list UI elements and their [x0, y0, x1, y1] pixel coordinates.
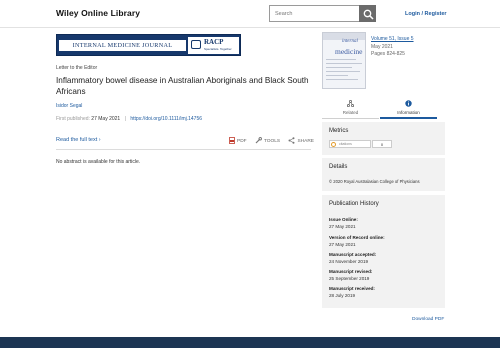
cover-text-line	[326, 59, 356, 60]
cover-text-line	[326, 67, 352, 68]
metric-badge-label: citations	[339, 142, 352, 146]
info-icon	[405, 100, 412, 107]
history-item-date: 27 May 2021	[329, 241, 356, 247]
article-category: Letter to the Editor	[56, 65, 98, 71]
wrench-icon	[255, 137, 262, 144]
metric-badge[interactable]: citations	[329, 140, 371, 148]
racp-mark-icon	[191, 40, 201, 49]
login-register-link[interactable]: Login / Register	[405, 11, 447, 17]
article-title: Inflammatory bowel disease in Australian…	[56, 76, 309, 96]
issue-info: Volume 51, Issue 5 May 2021 Pages 824-82…	[371, 36, 414, 59]
history-item-date: 24 November 2019	[329, 258, 369, 264]
metrics-heading: Metrics	[329, 128, 349, 134]
pdf-button[interactable]: PDF	[229, 137, 247, 144]
separator: |	[124, 116, 126, 122]
article-tools: PDF TOOLS SHARE	[229, 137, 321, 144]
history-item-date: 27 May 2021	[329, 223, 356, 229]
history-item: Manuscript revised: 25 September 2019	[329, 269, 372, 282]
site-logo[interactable]: Wiley Online Library	[56, 8, 140, 18]
issue-date: May 2021	[371, 43, 393, 50]
history-item: Issue Online: 27 May 2021	[329, 217, 358, 230]
volume-issue-link[interactable]: Volume 51, Issue 5	[371, 36, 414, 44]
history-item: Manuscript accepted: 24 November 2019	[329, 252, 376, 265]
site-footer	[0, 337, 500, 348]
published-label: First published:	[56, 116, 90, 122]
share-button[interactable]: SHARE	[288, 137, 314, 144]
author-link[interactable]: Isidor Segal	[56, 103, 82, 109]
pdf-label: PDF	[237, 138, 247, 144]
share-label: SHARE	[297, 138, 315, 144]
tools-button[interactable]: TOOLS	[255, 137, 280, 144]
sidebar-tabs: Related Information	[322, 97, 437, 119]
metrics-panel: Metrics citations 0	[322, 122, 445, 155]
published-date: 27 May 2021	[91, 116, 121, 122]
metric-count[interactable]: 0	[372, 140, 392, 148]
related-icon	[347, 100, 354, 107]
cover-word-medicine: medicine	[335, 47, 363, 56]
citation-ring-icon	[331, 142, 336, 147]
details-heading: Details	[329, 164, 348, 170]
divider	[56, 149, 311, 150]
history-item-date: 25 September 2019	[329, 275, 370, 281]
history-heading: Publication History	[329, 201, 379, 207]
site-header: Wiley Online Library Login / Register	[0, 0, 500, 28]
search-box	[269, 5, 376, 22]
cover-text-line	[326, 63, 362, 64]
tab-information-label: Information	[397, 110, 420, 115]
journal-name: INTERNAL MEDICINE JOURNAL	[59, 40, 186, 51]
issue-pages: Pages 824-825	[371, 51, 405, 57]
cover-text-line	[326, 71, 360, 72]
tab-related[interactable]: Related	[322, 97, 379, 119]
racp-logo: RACP Specialists. Together	[188, 37, 239, 54]
copyright-text: © 2020 Royal Australasian College of Phy…	[329, 179, 420, 184]
publication-history-panel: Publication History Issue Online: 27 May…	[322, 195, 445, 308]
download-pdf-link[interactable]: Download PDF	[412, 317, 444, 322]
issue-cover-image[interactable]: internal medicine	[322, 32, 366, 89]
search-input[interactable]	[270, 6, 359, 21]
details-panel: Details © 2020 Royal Australasian Colleg…	[322, 158, 445, 191]
cover-text-line	[326, 79, 358, 80]
share-icon	[288, 137, 295, 144]
doi-link[interactable]: https://doi.org/10.1111/imj.14756	[130, 116, 202, 122]
history-item: Version of Record online: 27 May 2021	[329, 235, 385, 248]
cover-word-internal: internal	[342, 39, 358, 44]
search-icon	[363, 9, 374, 20]
search-button[interactable]	[359, 5, 376, 22]
abstract-note: No abstract is available for this articl…	[56, 159, 141, 165]
racp-wordmark: RACP	[204, 38, 224, 46]
history-item-date: 28 July 2019	[329, 292, 356, 298]
journal-banner[interactable]: INTERNAL MEDICINE JOURNAL RACP Specialis…	[56, 34, 241, 56]
cover-text-line	[326, 75, 348, 76]
racp-tagline: Specialists. Together	[204, 47, 232, 51]
tab-information[interactable]: Information	[380, 97, 437, 119]
read-full-text-link[interactable]: Read the full text ›	[56, 137, 101, 143]
pdf-icon	[229, 137, 235, 144]
publication-info: First published: 27 May 2021 | https://d…	[56, 116, 202, 122]
history-item: Manuscript received: 28 July 2019	[329, 286, 375, 299]
tab-related-label: Related	[342, 110, 359, 115]
tools-label: TOOLS	[263, 138, 281, 144]
